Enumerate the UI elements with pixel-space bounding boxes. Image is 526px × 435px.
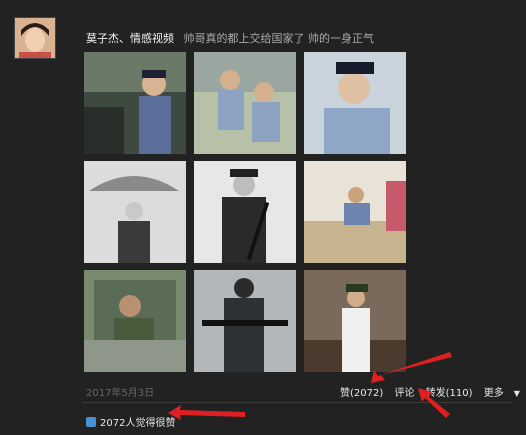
arrow-to-likes-summary — [168, 405, 245, 420]
likes-summary-text: 2072人觉得很赞 — [100, 418, 176, 429]
avatar-image — [15, 18, 55, 58]
post-card: 莫子杰、情感视频 帅哥真的都上交给国家了 帅的一身正气 2017年5月3日 赞(… — [0, 0, 526, 435]
more-label: 更多 — [483, 388, 504, 399]
photo-police-portrait[interactable] — [304, 52, 406, 154]
action-bar: 赞(2072) 评论 转发(110) 更多 ▼ — [340, 384, 526, 399]
photo-honor-guard[interactable] — [304, 270, 406, 372]
post-header: 莫子杰、情感视频 帅哥真的都上交给国家了 帅的一身正气 — [86, 30, 374, 46]
photo-office-desk[interactable] — [304, 161, 406, 263]
comment-button[interactable]: 评论 — [394, 388, 414, 399]
photo-police-subway[interactable] — [194, 52, 296, 154]
author-name[interactable]: 莫子杰、情感视频 — [86, 32, 174, 45]
thumbs-up-icon — [86, 417, 96, 427]
chevron-down-icon: ▼ — [513, 389, 520, 398]
photo-rifle-guard[interactable] — [194, 161, 296, 263]
photo-umbrella-officer[interactable] — [84, 161, 186, 263]
photo-soldier-car-window[interactable] — [84, 270, 186, 372]
likes-summary-row[interactable]: 2072人觉得很赞 — [86, 414, 175, 429]
divider — [82, 402, 512, 403]
repost-button[interactable]: 转发(110) — [426, 388, 473, 399]
post-content: 帅哥真的都上交给国家了 帅的一身正气 — [183, 32, 375, 45]
like-button[interactable]: 赞(2072) — [340, 388, 383, 399]
more-button[interactable]: 更多 ▼ — [484, 388, 526, 399]
photo-police-officer-cap[interactable] — [84, 52, 186, 154]
post-date: 2017年5月3日 — [86, 388, 155, 399]
photo-armed-police[interactable] — [194, 270, 296, 372]
avatar[interactable] — [14, 17, 56, 59]
photo-grid — [84, 52, 406, 372]
